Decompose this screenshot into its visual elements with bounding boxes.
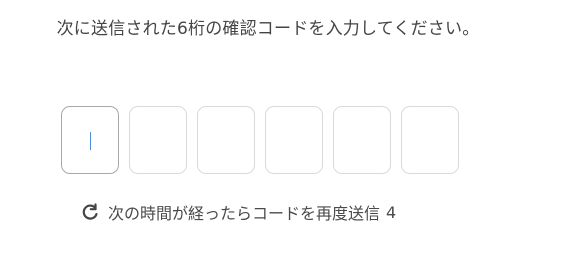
resend-code-link[interactable]: 次の時間が経ったらコードを再度送信 4	[80, 200, 396, 224]
verification-screen: 次に送信された6桁の確認コードを入力してください。 次の時間が経ったらコードを再…	[0, 0, 575, 261]
resend-label: 次の時間が経ったらコードを再度送信	[108, 204, 381, 223]
code-digit-5[interactable]	[333, 106, 391, 174]
code-digit-6[interactable]	[401, 106, 459, 174]
resend-text: 次の時間が経ったらコードを再度送信 4	[108, 200, 396, 224]
code-digit-2[interactable]	[129, 106, 187, 174]
resend-countdown: 4	[386, 202, 397, 222]
code-digit-1[interactable]	[61, 106, 119, 174]
text-caret	[90, 132, 91, 150]
refresh-icon	[80, 202, 100, 222]
code-digit-4[interactable]	[265, 106, 323, 174]
instruction-text: 次に送信された6桁の確認コードを入力してください。	[56, 19, 480, 39]
verification-code-input	[61, 106, 459, 174]
code-digit-3[interactable]	[197, 106, 255, 174]
